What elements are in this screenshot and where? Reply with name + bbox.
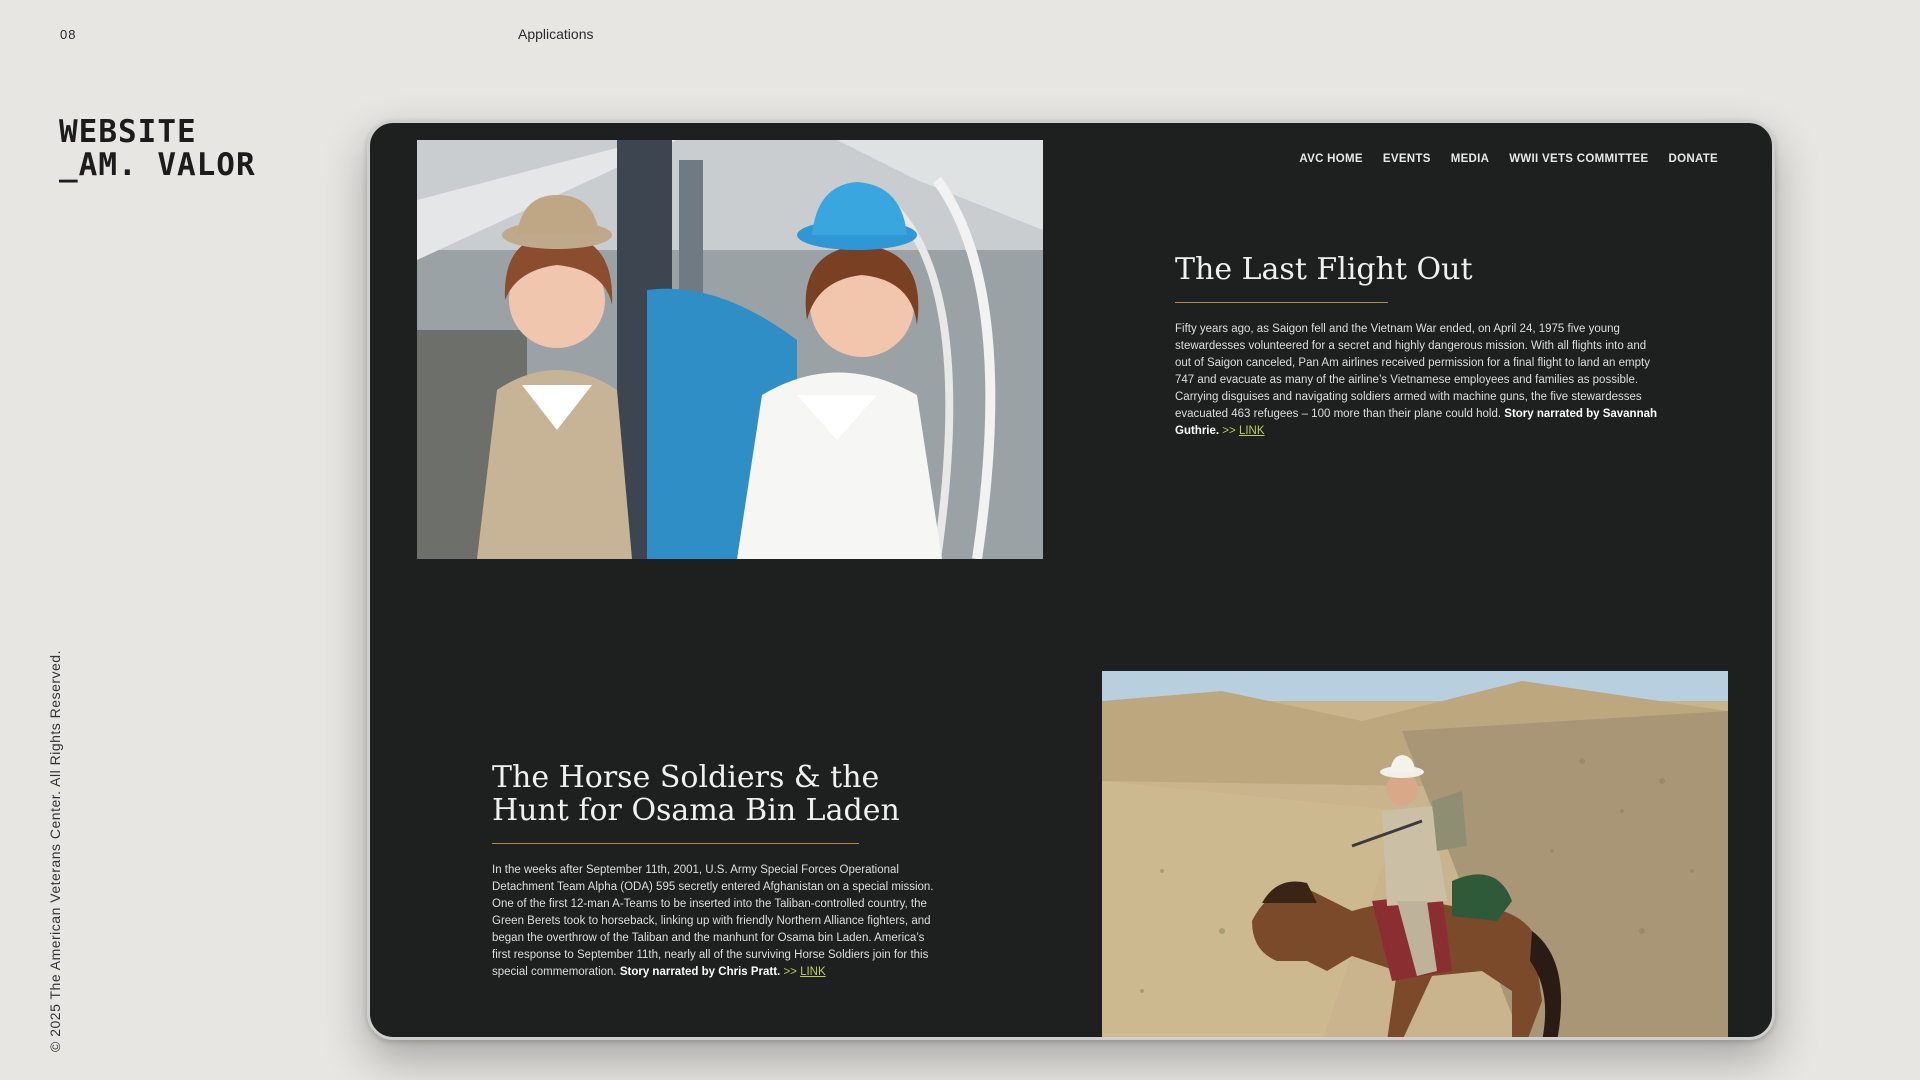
deck-title-line-1: WEBSITE — [59, 114, 197, 150]
story-text: In the weeks after September 11th, 2001,… — [492, 864, 934, 978]
nav-events[interactable]: EVENTS — [1383, 153, 1431, 165]
story-text: Fifty years ago, as Saigon fell and the … — [1175, 323, 1650, 420]
link-arrow: >> — [1222, 425, 1236, 437]
website-screen: AVC HOME EVENTS MEDIA WWII VETS COMMITTE… — [370, 123, 1772, 1037]
stewardesses-photo — [417, 140, 1043, 559]
story-last-flight-out: The Last Flight Out Fifty years ago, as … — [1175, 253, 1665, 440]
horse-soldier-photo — [1102, 671, 1728, 1037]
nav-donate[interactable]: DONATE — [1668, 153, 1718, 165]
page-number: 08 — [60, 27, 77, 42]
nav-wwii-vets-committee[interactable]: WWII VETS COMMITTEE — [1509, 153, 1648, 165]
copyright-notice: © 2025 The American Veterans Center. All… — [47, 650, 63, 1052]
story-body: Fifty years ago, as Saigon fell and the … — [1175, 321, 1665, 440]
deck-title: WEBSITE _AM. VALOR — [59, 116, 256, 182]
deck-title-line-2: _AM. VALOR — [59, 147, 256, 183]
gold-divider — [1175, 302, 1388, 303]
section-label: Applications — [518, 26, 594, 42]
story-link[interactable]: LINK — [800, 966, 826, 978]
story-body: In the weeks after September 11th, 2001,… — [492, 862, 942, 981]
nav-media[interactable]: MEDIA — [1451, 153, 1490, 165]
story-horse-soldiers: The Horse Soldiers & the Hunt for Osama … — [492, 761, 942, 981]
tablet-mockup: AVC HOME EVENTS MEDIA WWII VETS COMMITTE… — [367, 120, 1775, 1040]
story-link[interactable]: LINK — [1239, 425, 1265, 437]
story-title: The Horse Soldiers & the Hunt for Osama … — [492, 760, 900, 828]
gold-divider — [492, 843, 859, 844]
story-title: The Last Flight Out — [1175, 252, 1473, 287]
story-credit: Story narrated by Chris Pratt. — [619, 966, 781, 978]
main-nav: AVC HOME EVENTS MEDIA WWII VETS COMMITTE… — [1299, 153, 1718, 165]
nav-avc-home[interactable]: AVC HOME — [1299, 153, 1363, 165]
link-arrow: >> — [783, 966, 797, 978]
